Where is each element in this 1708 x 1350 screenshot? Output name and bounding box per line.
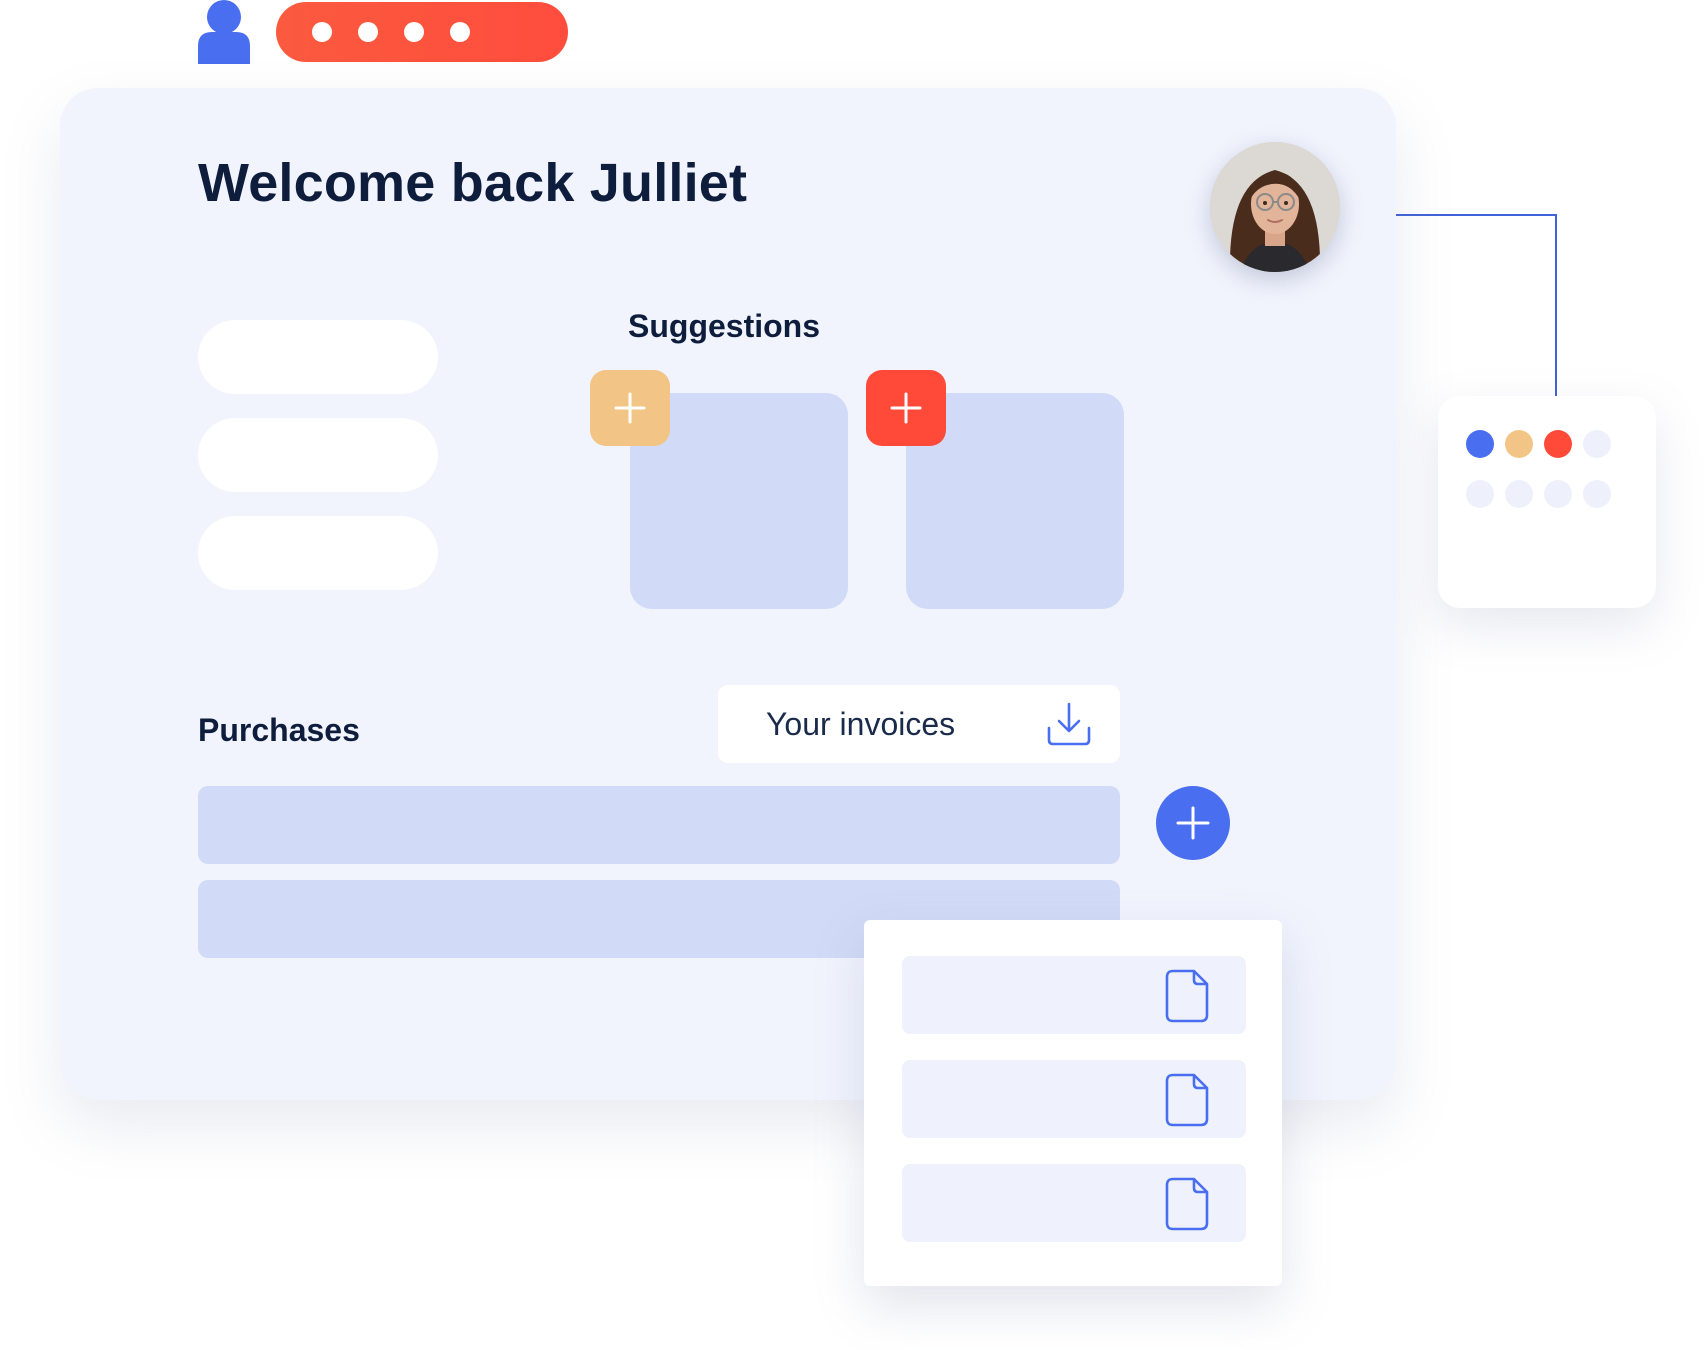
color-swatch[interactable] — [1544, 430, 1572, 458]
color-swatch[interactable] — [1583, 430, 1611, 458]
color-picker-card — [1438, 396, 1656, 608]
menu-item-placeholder[interactable] — [198, 418, 438, 492]
page-title: Welcome back Julliet — [198, 153, 748, 213]
document-row[interactable] — [902, 1060, 1246, 1138]
document-icon — [1165, 1073, 1209, 1127]
avatar[interactable] — [1210, 142, 1340, 272]
color-swatch[interactable] — [1466, 430, 1494, 458]
invoices-button-label: Your invoices — [766, 705, 956, 742]
color-swatch[interactable] — [1544, 480, 1572, 508]
plus-icon — [890, 392, 922, 424]
documents-panel — [864, 920, 1282, 1286]
menu-item-placeholder[interactable] — [198, 516, 438, 590]
plus-icon — [1176, 806, 1210, 840]
menu-item-placeholder[interactable] — [198, 320, 438, 394]
user-icon — [198, 0, 250, 64]
document-icon — [1165, 969, 1209, 1023]
password-field[interactable] — [276, 2, 568, 62]
color-swatch[interactable] — [1466, 480, 1494, 508]
plus-icon — [614, 392, 646, 424]
your-invoices-button[interactable]: Your invoices — [718, 685, 1120, 763]
document-icon — [1165, 1177, 1209, 1231]
add-suggestion-button[interactable] — [590, 370, 670, 446]
color-swatch[interactable] — [1505, 430, 1533, 458]
purchases-heading: Purchases — [198, 712, 360, 748]
password-mask-dot — [450, 22, 470, 42]
color-swatch[interactable] — [1583, 480, 1611, 508]
add-purchase-button[interactable] — [1156, 786, 1230, 860]
password-mask-dot — [312, 22, 332, 42]
color-swatch[interactable] — [1505, 480, 1533, 508]
password-mask-dot — [404, 22, 424, 42]
purchase-row[interactable] — [198, 786, 1120, 864]
document-row[interactable] — [902, 1164, 1246, 1242]
add-suggestion-button[interactable] — [866, 370, 946, 446]
suggestions-heading: Suggestions — [628, 308, 821, 344]
download-icon — [1047, 702, 1091, 746]
avatar-photo — [1210, 142, 1340, 272]
document-row[interactable] — [902, 956, 1246, 1034]
password-mask-dot — [358, 22, 378, 42]
